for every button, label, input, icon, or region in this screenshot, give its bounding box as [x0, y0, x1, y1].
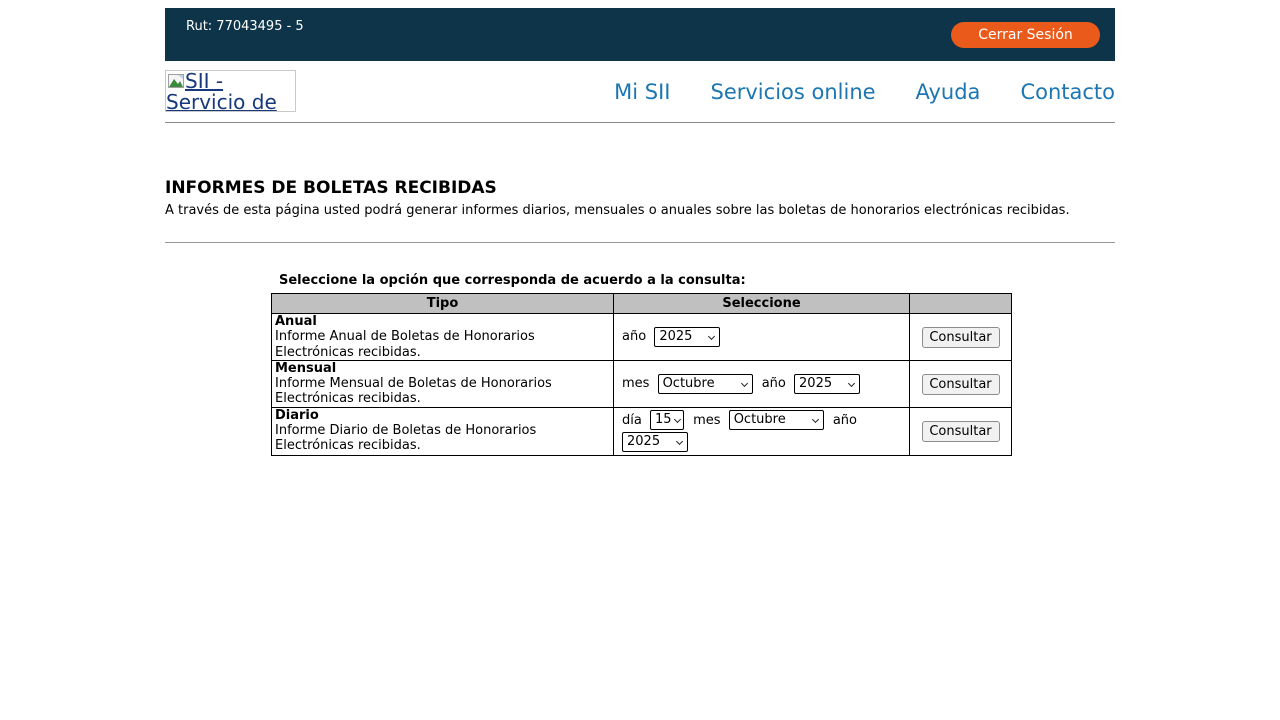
table-row-diario: Diario Informe Diario de Boletas de Hono… — [272, 407, 1012, 455]
broken-image-icon — [168, 74, 184, 88]
table-row-anual: Anual Informe Anual de Boletas de Honora… — [272, 314, 1012, 361]
anual-year-select[interactable]: 2025 — [654, 327, 720, 347]
nav-ayuda[interactable]: Ayuda — [916, 80, 981, 104]
chevron-down-icon — [708, 333, 715, 340]
diario-year-value: 2025 — [627, 434, 660, 449]
column-header-tipo: Tipo — [272, 294, 614, 314]
header: SII - Servicio de Mi SII Servicios onlin… — [165, 61, 1115, 123]
diario-year-label: año — [833, 413, 857, 428]
nav-mi-sii[interactable]: Mi SII — [614, 80, 670, 104]
column-header-actions — [910, 294, 1012, 314]
chevron-down-icon — [812, 416, 819, 423]
mensual-year-value: 2025 — [799, 376, 832, 391]
anual-year-label: año — [622, 329, 646, 344]
row-description-mensual: Informe Mensual de Boletas de Honorarios… — [275, 376, 552, 406]
mensual-month-select[interactable]: Octubre — [658, 374, 753, 394]
topbar: Rut: 77043495 - 5 Cerrar Sesión — [165, 8, 1115, 61]
row-title-mensual: Mensual — [275, 361, 610, 376]
diario-day-label: día — [622, 413, 642, 428]
page-container: Rut: 77043495 - 5 Cerrar Sesión SII - Se… — [165, 8, 1115, 456]
mensual-year-select[interactable]: 2025 — [794, 374, 860, 394]
reports-table: Tipo Seleccione Anual Informe Anual de B… — [271, 293, 1012, 456]
chevron-down-icon — [676, 438, 683, 445]
table-header-row: Tipo Seleccione — [272, 294, 1012, 314]
diario-day-value: 15 — [655, 412, 672, 427]
mensual-year-label: año — [762, 376, 786, 391]
row-title-diario: Diario — [275, 408, 610, 423]
nav-contacto[interactable]: Contacto — [1020, 80, 1115, 104]
mensual-month-value: Octubre — [663, 376, 715, 391]
mensual-month-label: mes — [622, 376, 649, 391]
consultar-mensual-button[interactable]: Consultar — [922, 374, 1000, 395]
anual-year-value: 2025 — [659, 329, 692, 344]
nav-servicios-online[interactable]: Servicios online — [711, 80, 876, 104]
row-title-anual: Anual — [275, 314, 610, 329]
table-row-mensual: Mensual Informe Mensual de Boletas de Ho… — [272, 360, 1012, 407]
diario-month-select[interactable]: Octubre — [729, 410, 824, 430]
chevron-down-icon — [848, 380, 855, 387]
logout-button[interactable]: Cerrar Sesión — [951, 22, 1100, 48]
diario-year-select[interactable]: 2025 — [622, 432, 688, 452]
sii-logo-broken-image[interactable]: SII - Servicio de — [165, 70, 296, 112]
main-nav: Mi SII Servicios online Ayuda Contacto — [614, 80, 1115, 104]
diario-day-select[interactable]: 15 — [650, 410, 684, 430]
row-description-diario: Informe Diario de Boletas de Honorarios … — [275, 423, 536, 453]
divider — [165, 242, 1115, 243]
chevron-down-icon — [741, 380, 748, 387]
consultar-anual-button[interactable]: Consultar — [922, 327, 1000, 348]
row-description-anual: Informe Anual de Boletas de Honorarios E… — [275, 329, 535, 359]
chevron-down-icon — [674, 416, 681, 423]
table-caption: Seleccione la opción que corresponda de … — [279, 273, 1115, 288]
page-title: INFORMES DE BOLETAS RECIBIDAS — [165, 178, 1115, 198]
diario-month-value: Octubre — [734, 412, 786, 427]
diario-month-label: mes — [693, 413, 720, 428]
page-description: A través de esta página usted podrá gene… — [165, 203, 1115, 218]
column-header-seleccione: Seleccione — [614, 294, 910, 314]
consultar-diario-button[interactable]: Consultar — [922, 421, 1000, 442]
rut-label: Rut: 77043495 - 5 — [165, 8, 304, 61]
